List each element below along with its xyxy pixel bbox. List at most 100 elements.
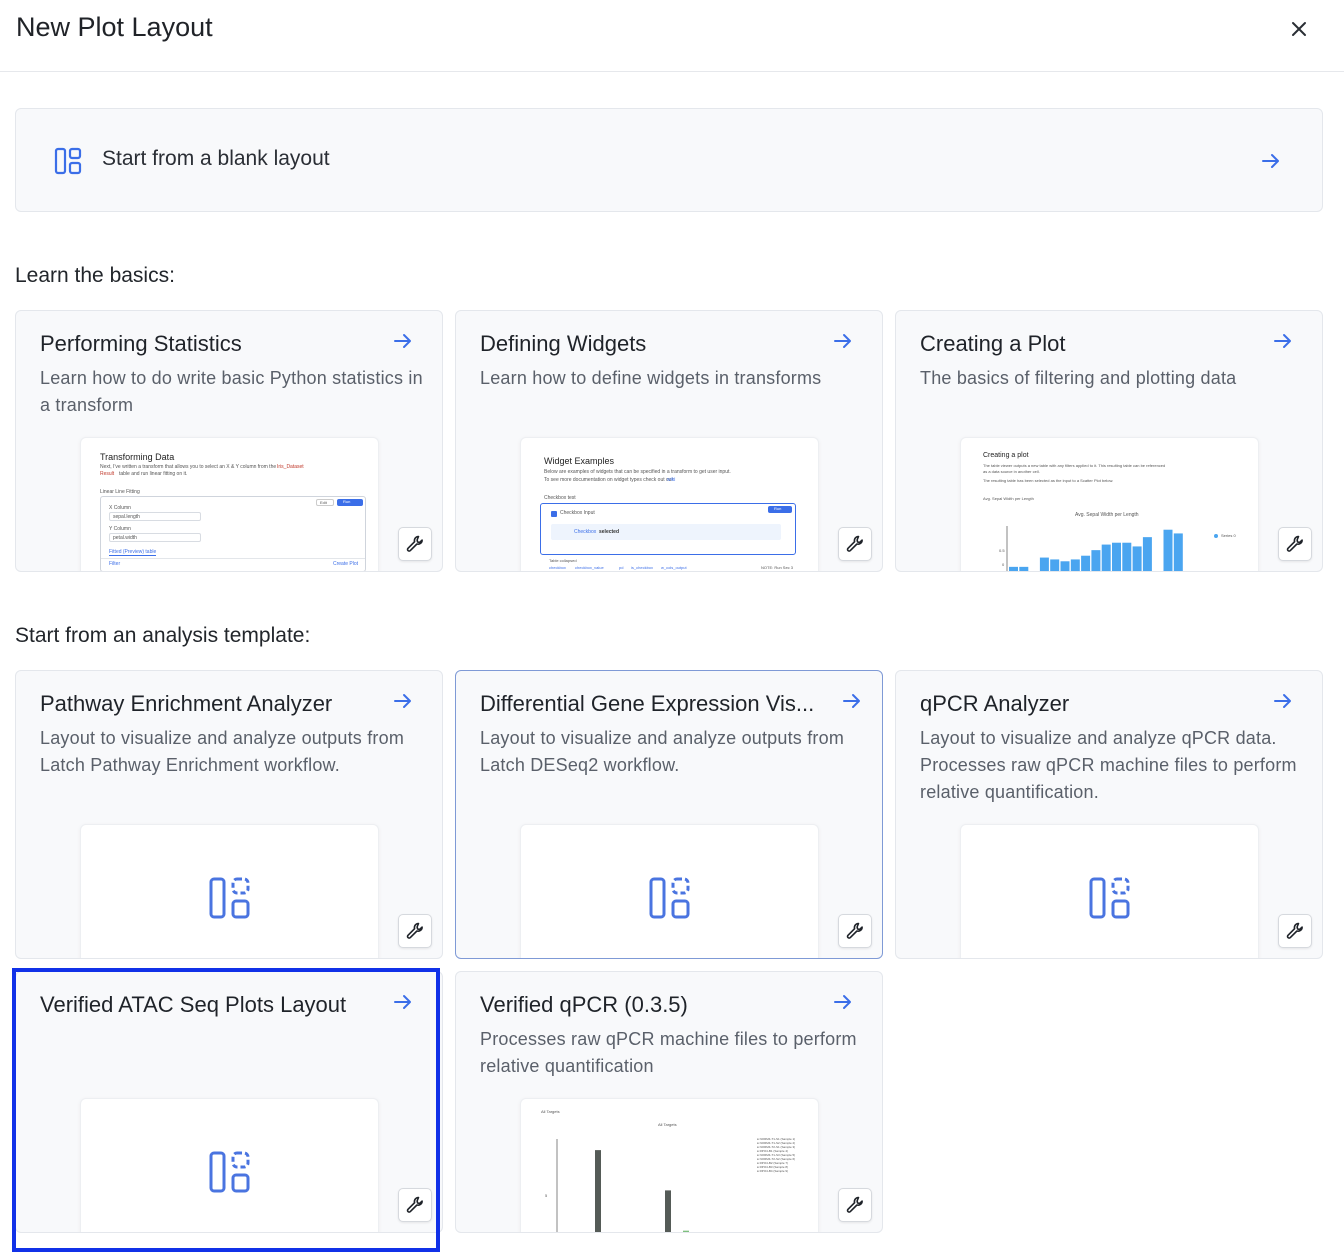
- preview-meta: Table collapsed: [549, 558, 577, 563]
- card-verified-qpcr[interactable]: Verified qPCR (0.3.5) Processes raw qPCR…: [455, 971, 883, 1233]
- arrow-right-icon: [394, 694, 411, 708]
- card-performing-statistics[interactable]: Performing Statistics Learn how to do wr…: [15, 310, 443, 572]
- customize-button[interactable]: [838, 914, 872, 948]
- legend-label: Series 0: [1221, 533, 1236, 538]
- blank-layout-button[interactable]: Start from a blank layout: [15, 108, 1323, 212]
- card-preview: Widget Examples Below are examples of wi…: [520, 437, 819, 571]
- chart-bar: [665, 1190, 671, 1232]
- customize-button[interactable]: [838, 1188, 872, 1222]
- wrench-icon: [1286, 535, 1303, 552]
- dialog-title: New Plot Layout: [16, 12, 213, 42]
- chart-bar: [1142, 537, 1152, 571]
- preview-title: Transforming Data: [100, 452, 175, 462]
- arrow-right-icon: [834, 995, 851, 1009]
- preview-cell: Edit Run X Column sepal.length Y Column …: [100, 496, 366, 571]
- chart-bar: [1019, 566, 1029, 571]
- card-description: The basics of filtering and plotting dat…: [920, 368, 1237, 388]
- arrow-right-icon: [394, 995, 411, 1009]
- card-qpcr-analyzer[interactable]: qPCR Analyzer Layout to visualize and an…: [895, 670, 1323, 959]
- chart-tick: 0: [1002, 562, 1005, 567]
- preview-edit: Edit: [320, 500, 327, 505]
- preview-tag: w_cols_output: [661, 565, 687, 570]
- card-defining-widgets[interactable]: Defining Widgets Learn how to define wid…: [455, 310, 883, 572]
- preview-filter: Filter: [109, 561, 121, 567]
- card-preview: All Targets All Targets 5 ● NORM4-T1-S1 …: [520, 1098, 819, 1233]
- chart-title: Avg. Sepal Width per Length: [1075, 512, 1139, 518]
- wrench-icon: [1286, 922, 1303, 939]
- preview-tag: checkbox_value: [575, 565, 604, 570]
- template-placeholder-icon: [209, 877, 250, 919]
- legend-marker: [1214, 534, 1218, 538]
- wrench-icon: [846, 535, 863, 552]
- chart-bar: [1163, 529, 1173, 571]
- preview-code: Iris_Dataset: [277, 464, 304, 470]
- chart-bar: [627, 1232, 633, 1233]
- preview-title: Creating a plot: [983, 452, 1029, 459]
- chart-bar: [1070, 559, 1080, 571]
- chart-bar: [1009, 566, 1018, 571]
- card-creating-a-plot[interactable]: Creating a Plot The basics of filtering …: [895, 310, 1323, 572]
- card-preview: Transforming Data Next, I've written a t…: [80, 437, 379, 571]
- preview-series-label: Avg. Sepal Width per Length: [983, 496, 1034, 501]
- customize-button[interactable]: [398, 914, 432, 948]
- wrench-icon: [846, 922, 863, 939]
- card-title: Verified qPCR (0.3.5): [480, 992, 688, 1017]
- customize-button[interactable]: [1278, 527, 1312, 561]
- card-preview: [520, 824, 819, 958]
- preview-y-label: Y Column: [109, 526, 131, 532]
- preview-x-value: sepal.length: [113, 514, 140, 520]
- preview-text: as a data source in another cell.: [983, 469, 1040, 474]
- card-preview: [80, 824, 379, 958]
- preview-text: To see more documentation on widget type…: [544, 477, 674, 483]
- chart-bar: [595, 1150, 601, 1232]
- card-preview: Creating a plot The table viewer outputs…: [960, 437, 1259, 571]
- wrench-icon: [406, 922, 423, 939]
- chart-bar: [1173, 533, 1183, 571]
- customize-button[interactable]: [398, 1188, 432, 1222]
- preview-tag: pd: [619, 565, 624, 570]
- card-pathway-enrichment[interactable]: Pathway Enrichment Analyzer Layout to vi…: [15, 670, 443, 959]
- card-title: qPCR Analyzer: [920, 691, 1070, 716]
- legend-item: ● RPO4-B4 (Sample 9): [757, 1169, 788, 1173]
- arrow-right-icon: [1274, 694, 1291, 708]
- preview-x-label: X Column: [109, 505, 131, 511]
- card-verified-atac-seq[interactable]: Verified ATAC Seq Plots Layout: [15, 971, 443, 1233]
- card-description: Layout to visualize and analyze outputs …: [480, 728, 845, 775]
- preview-text: The table viewer outputs a new table wit…: [983, 463, 1166, 468]
- chart-legend: ● NORM4-T1-S1 (Sample 1) ● NORM4-T1-S2 (S…: [757, 1137, 817, 1173]
- card-title: Differential Gene Expression Vis...: [480, 691, 815, 716]
- dialog-header: New Plot Layout: [0, 0, 1344, 72]
- template-placeholder-icon: [209, 1151, 250, 1193]
- preview-text: The resulting table has been selected as…: [983, 478, 1114, 483]
- chart-bar: [1060, 561, 1070, 571]
- wrench-icon: [406, 1196, 423, 1213]
- chart-bar: [1039, 557, 1049, 571]
- arrow-right-icon: [394, 334, 411, 348]
- close-icon: [1292, 22, 1306, 36]
- preview-tab: Fitted (Preview) table: [109, 549, 157, 556]
- preview-text: table and run linear fitting on it.: [119, 471, 188, 477]
- arrow-right-icon: [1274, 334, 1291, 348]
- chart-bar: [1091, 550, 1101, 571]
- card-preview: [960, 824, 1259, 958]
- chart-bar: [1081, 555, 1091, 571]
- wrench-icon: [846, 1196, 863, 1213]
- customize-button[interactable]: [1278, 914, 1312, 948]
- layout-icon: [54, 147, 82, 175]
- customize-button[interactable]: [398, 527, 432, 561]
- arrow-right-icon: [1262, 154, 1279, 168]
- card-title: Performing Statistics: [40, 331, 242, 356]
- preview-selected-b: selected: [599, 529, 620, 535]
- chart-bar: [1112, 542, 1121, 571]
- preview-run: Run: [774, 506, 782, 511]
- chart-bar: [683, 1230, 689, 1232]
- template-placeholder-icon: [649, 877, 690, 919]
- chart-title: All Targets: [658, 1122, 677, 1127]
- bar-chart: [1006, 526, 1183, 571]
- card-differential-gene-expression[interactable]: Differential Gene Expression Vis... Layo…: [455, 670, 883, 959]
- close-button[interactable]: [1286, 16, 1312, 42]
- preview-wiki-link: wiki: [667, 477, 676, 483]
- preview-function-label: Linear Line Fitting: [100, 489, 140, 495]
- card-title: Pathway Enrichment Analyzer: [40, 691, 333, 716]
- customize-button[interactable]: [838, 527, 872, 561]
